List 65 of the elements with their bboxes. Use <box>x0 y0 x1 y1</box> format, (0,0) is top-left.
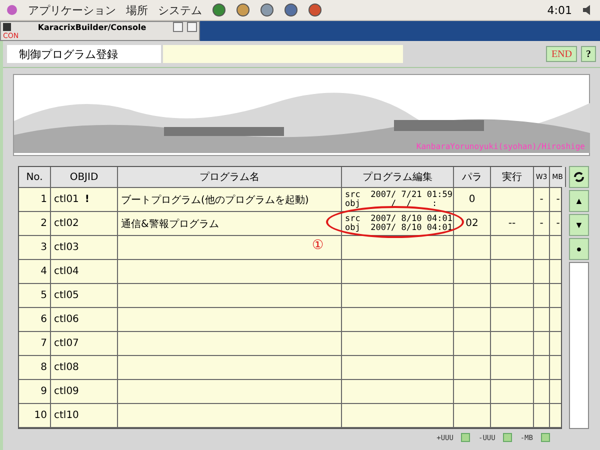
program-name[interactable]: 通信&警報プログラム <box>121 216 219 230</box>
object-id: ctl03 <box>54 242 79 253</box>
app-launcher-icon[interactable] <box>308 3 322 17</box>
row-number: 10 <box>34 410 47 421</box>
column-header: No. <box>26 172 43 182</box>
column-header: プログラム名 <box>200 170 260 184</box>
footer-toggle[interactable] <box>541 433 550 442</box>
column-header: OBJID <box>70 172 98 182</box>
object-id: ctl06 <box>54 314 79 325</box>
page-title: 制御プログラム登録 <box>7 45 161 63</box>
source-timestamp: src 2007/ 8/10 04:01 <box>345 214 452 224</box>
footer-toggle[interactable] <box>461 433 470 442</box>
program-name[interactable]: ブートプログラム(他のプログラムを起動) <box>121 192 309 206</box>
object-id: ctl10 <box>54 410 79 421</box>
object-timestamp: obj / / : <box>345 200 438 208</box>
minimize-button[interactable] <box>173 22 183 32</box>
object-timestamp: obj 2007/ 8/10 04:01 <box>345 224 452 232</box>
window-title: KaracrixBuilder/Console <box>36 22 148 32</box>
w3-value: - <box>540 194 544 205</box>
clock: 4:01 <box>547 4 572 16</box>
row-number: 3 <box>40 242 47 253</box>
row-number: 8 <box>40 362 47 373</box>
object-id: ctl02 <box>54 218 79 229</box>
row-number: 6 <box>40 314 47 325</box>
column-header: パラ <box>462 171 482 184</box>
row-number: 1 <box>40 194 47 205</box>
image-caption: KanbaraYorunoyuki(syohan)/Hiroshige <box>416 142 586 153</box>
object-id: ctl05 <box>54 290 79 301</box>
scroll-down-button[interactable]: ▼ <box>569 214 589 236</box>
app-launcher-icon[interactable] <box>260 3 274 17</box>
source-timestamp: src 2007/ 7/21 01:59 <box>345 190 452 200</box>
window-icon <box>3 23 11 31</box>
row-number: 5 <box>40 290 47 301</box>
w3-value: - <box>540 218 544 229</box>
parameter-value: 02 <box>466 218 478 229</box>
help-button[interactable]: ? <box>581 46 596 62</box>
run-status: -- <box>508 218 516 229</box>
footer-toggle[interactable] <box>503 433 512 442</box>
row-number: 9 <box>40 386 47 397</box>
annotation-number: ① <box>312 238 324 253</box>
app-launcher-icon[interactable] <box>212 3 226 17</box>
object-id: ctl04 <box>54 266 79 277</box>
parameter-value: 0 <box>468 194 476 205</box>
row-number: 4 <box>40 266 47 277</box>
object-id: ctl08 <box>54 362 79 373</box>
menu-item[interactable]: 場所 <box>126 2 148 18</box>
object-id: ctl09 <box>54 386 79 397</box>
column-header: 実行 <box>502 170 522 184</box>
object-id: ctl07 <box>54 338 79 349</box>
scroll-up-button[interactable]: ▲ <box>569 190 589 212</box>
row-number: 7 <box>40 338 47 349</box>
column-header: プログラム編集 <box>362 170 432 184</box>
row-number: 2 <box>40 218 47 229</box>
warning-mark: ! <box>84 194 90 205</box>
object-id: ctl01 <box>54 194 79 205</box>
refresh-icon <box>573 171 585 183</box>
mb-value: - <box>556 194 560 205</box>
menu-item[interactable]: アプリケーション <box>28 2 116 18</box>
mb-value: - <box>556 218 560 229</box>
menu-item[interactable]: システム <box>158 2 202 18</box>
app-launcher-icon[interactable] <box>284 3 298 17</box>
refresh-button[interactable] <box>569 166 589 188</box>
app-launcher-icon[interactable] <box>236 3 250 17</box>
select-button[interactable]: ● <box>569 238 589 260</box>
close-button[interactable] <box>187 22 197 32</box>
